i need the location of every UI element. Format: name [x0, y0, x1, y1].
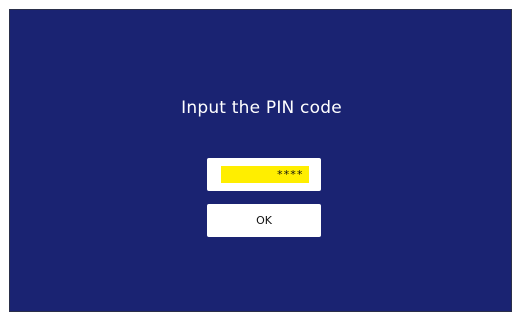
pin-input-container[interactable]: **** [207, 158, 321, 191]
dialog-title: Input the PIN code [181, 98, 342, 118]
app-frame: Input the PIN code **** OK [0, 0, 515, 315]
ok-button[interactable]: OK [207, 204, 321, 237]
pin-dialog: Input the PIN code **** OK [9, 9, 512, 312]
pin-input[interactable]: **** [221, 166, 309, 183]
